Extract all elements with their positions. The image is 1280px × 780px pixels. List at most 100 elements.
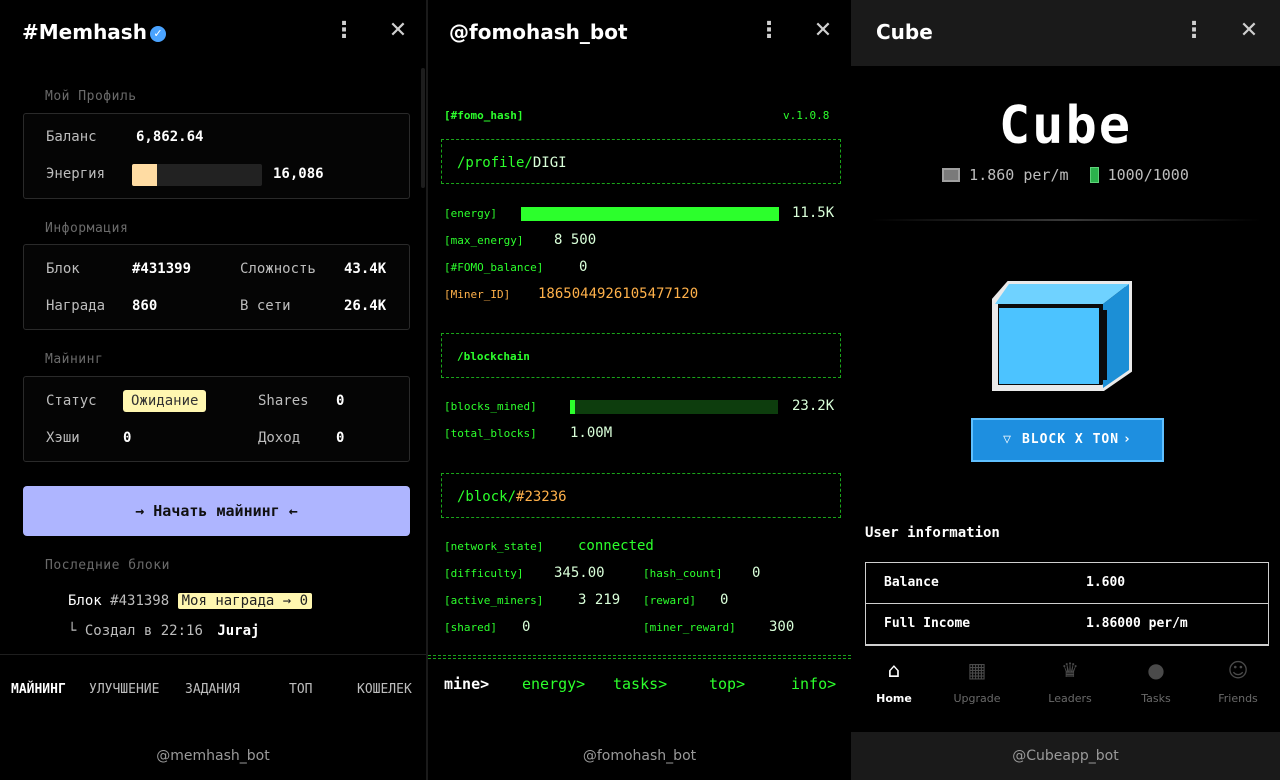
nav-mining[interactable]: МАЙНИНГ [11,682,66,697]
user-income-row: Full Income 1.86000 per/m [866,604,1268,645]
cube-icon [942,168,961,182]
user-balance-row: Balance 1.600 [866,563,1268,604]
close-icon[interactable]: ✕ [1238,18,1260,44]
scrollbar[interactable] [421,68,425,188]
user-income-label: Full Income [884,616,971,631]
energy-label: Энергия [46,166,106,182]
info-section-label: Информация [45,221,129,236]
ton-icon: ▽ [1003,432,1012,447]
energy-value: 1000/1000 [1107,166,1189,184]
block-x-ton-button[interactable]: ▽ BLOCK X TON › [971,418,1164,462]
cube-nav-friends[interactable]: ☺ Friends [1195,658,1280,705]
block-path: /block/ [457,489,517,505]
shared-value: 0 [522,619,531,635]
network-state-value: connected [578,538,654,554]
nav-wallet[interactable]: КОШЕЛЕК [357,682,412,697]
separator [871,219,1261,221]
fomo-tag: [#fomo_hash] [444,109,524,122]
cube-nav-home[interactable]: ⌂ Home [851,658,937,705]
cube-stats: 1.860 per/m 1000/1000 [851,166,1280,184]
reward-label: Награда [46,298,106,314]
close-icon[interactable]: ✕ [387,18,409,44]
upgrade-icon: ▦ [967,658,987,682]
mining-box: Статус Ожидание Shares 0 Хэши 0 Доход 0 [23,376,410,462]
balance-value: 6,862.64 [136,129,204,145]
fomo-version: v.1.0.8 [783,109,830,122]
t-nav-mine[interactable]: mine> [444,675,489,693]
shares-label: Shares [258,393,309,409]
user-balance-label: Balance [884,575,939,590]
t-nav-energy[interactable]: energy> [522,675,585,693]
reward-value: 860 [132,298,158,314]
start-mining-button[interactable]: → Начать майнинг ← [23,486,410,536]
nav-tasks[interactable]: ЗАДАНИЯ [185,682,240,697]
hash-count-key: [hash_count] [643,567,723,580]
cube-nav-tasks[interactable]: ● Tasks [1113,658,1199,705]
total-blocks-value: 1.00M [570,425,613,441]
nav-upgrade[interactable]: УЛУЧШЕНИЕ [89,682,159,697]
reward-value: 0 [720,592,729,608]
cube-nav-leaders-label: Leaders [1048,692,1092,705]
cube-nav-tasks-label: Tasks [1141,692,1171,705]
battery-icon [1089,167,1099,183]
memhash-header: #Memhash ✓ ⋮ ✕ [0,0,426,66]
recent-reward-tag: Моя награда → 0 [177,593,313,609]
profile-box: Баланс 6,862.64 Энергия 16,086 [23,113,410,199]
recent-block-id: #431398 [110,593,170,609]
blocks-mined-track [570,400,778,414]
user-income-value: 1.86000 per/m [1086,616,1188,631]
total-blocks-key: [total_blocks] [444,427,537,440]
cube-logo: Cube [998,96,1133,156]
info-box: Блок #431399 Сложность 43.4K Награда 860… [23,244,410,330]
home-icon: ⌂ [887,658,901,682]
t-nav-info[interactable]: info> [791,675,836,693]
blocks-mined-value: 23.2K [792,398,835,414]
balance-label: Баланс [46,129,97,145]
recent-block-row[interactable]: Блок #431398 Моя награда → 0 [68,593,313,609]
t-nav-top[interactable]: top> [709,675,745,693]
memhash-footer[interactable]: @memhash_bot [0,732,426,780]
mining-section-label: Майнинг [45,352,104,367]
difficulty-key: [difficulty] [444,567,524,580]
fomohash-footer[interactable]: @fomohash_bot [428,732,851,780]
t-nav-tasks[interactable]: tasks> [613,675,667,693]
shared-key: [shared] [444,621,497,634]
created-text: Создал в 22:16 [84,623,203,639]
block-path-row[interactable]: /block/#23236 [457,489,567,505]
nav-top[interactable]: ТОП [289,682,312,697]
memhash-title-text: #Memhash [22,20,147,44]
online-value: 26.4K [344,298,387,314]
miner-reward-key: [miner_reward] [643,621,736,634]
cube-nav-home-label: Home [876,692,912,705]
cube-footer[interactable]: @Cubeapp_bot [851,732,1280,780]
more-icon[interactable]: ⋮ [333,20,355,44]
network-state-key: [network_state] [444,540,544,553]
block-label: Блок [46,261,80,277]
balance-value: 0 [579,259,588,275]
max-energy-value: 8 500 [554,232,597,248]
shares-value: 0 [336,393,345,409]
close-icon[interactable]: ✕ [812,18,834,44]
miner-id-value: 1865044926105477120 [538,286,699,302]
cube-icon[interactable] [991,270,1143,394]
energy-value: 16,086 [273,166,324,182]
user-balance-value: 1.600 [1086,575,1126,590]
cube-nav-leaders[interactable]: ♛ Leaders [1027,658,1113,705]
blockchain-path[interactable]: /blockchain [457,350,530,363]
recent-block-prefix: Блок [68,593,102,609]
cube-nav-friends-label: Friends [1218,692,1258,705]
memhash-panel: #Memhash ✓ ⋮ ✕ Мой Профиль Баланс 6,862.6… [0,0,426,780]
more-icon[interactable]: ⋮ [1183,20,1205,44]
cube-panel: Cube ⋮ ✕ Cube 1.860 per/m 1000/1000 ▽ BLO… [851,0,1280,780]
profile-path-row[interactable]: /profile/DIGI [457,155,567,171]
balance-key: [#FOMO_balance] [444,261,544,274]
verified-icon: ✓ [149,26,166,42]
block-value: #431399 [132,261,192,277]
cube-nav-upgrade[interactable]: ▦ Upgrade [934,658,1020,705]
more-icon[interactable]: ⋮ [758,20,780,44]
recent-block-creator-row: └ Создал в 22:16 Juraj [68,623,259,639]
user-info-title: User information [865,525,1000,541]
active-miners-value: 3 219 [578,592,621,608]
status-badge: Ожидание [123,390,207,412]
user-info-table: Balance 1.600 Full Income 1.86000 per/m [865,562,1269,646]
